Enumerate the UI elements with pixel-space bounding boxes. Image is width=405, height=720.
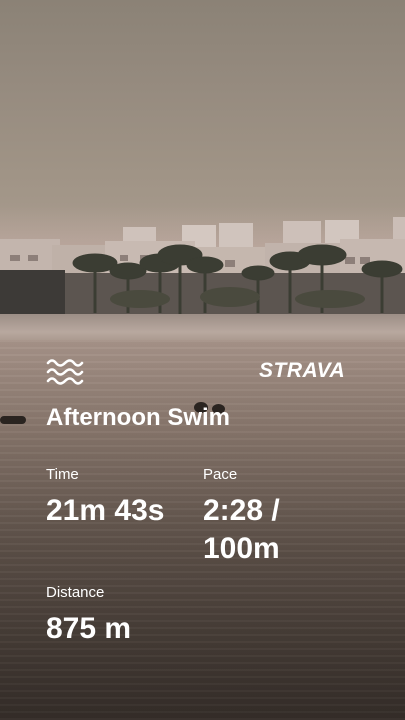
distance-value: 875 m: [46, 612, 132, 645]
activity-title: Afternoon Swim: [46, 404, 230, 431]
pace-value-line1: 2:28 /: [203, 494, 280, 527]
activity-share-card: STRAVA Afternoon Swim Time 21m 43s Pace …: [0, 0, 405, 720]
pace-value-line2: 100m: [203, 532, 280, 565]
strava-logo: STRAVA: [259, 359, 346, 382]
floating-object: [0, 416, 26, 424]
swim-waves-icon: [46, 359, 84, 385]
time-value: 21m 43s: [46, 494, 165, 527]
shoreline-buildings-image: [0, 217, 405, 315]
bottom-gradient-overlay: [0, 340, 405, 720]
distance-label: Distance: [46, 584, 105, 601]
time-label: Time: [46, 466, 79, 483]
pace-label: Pace: [203, 466, 238, 483]
